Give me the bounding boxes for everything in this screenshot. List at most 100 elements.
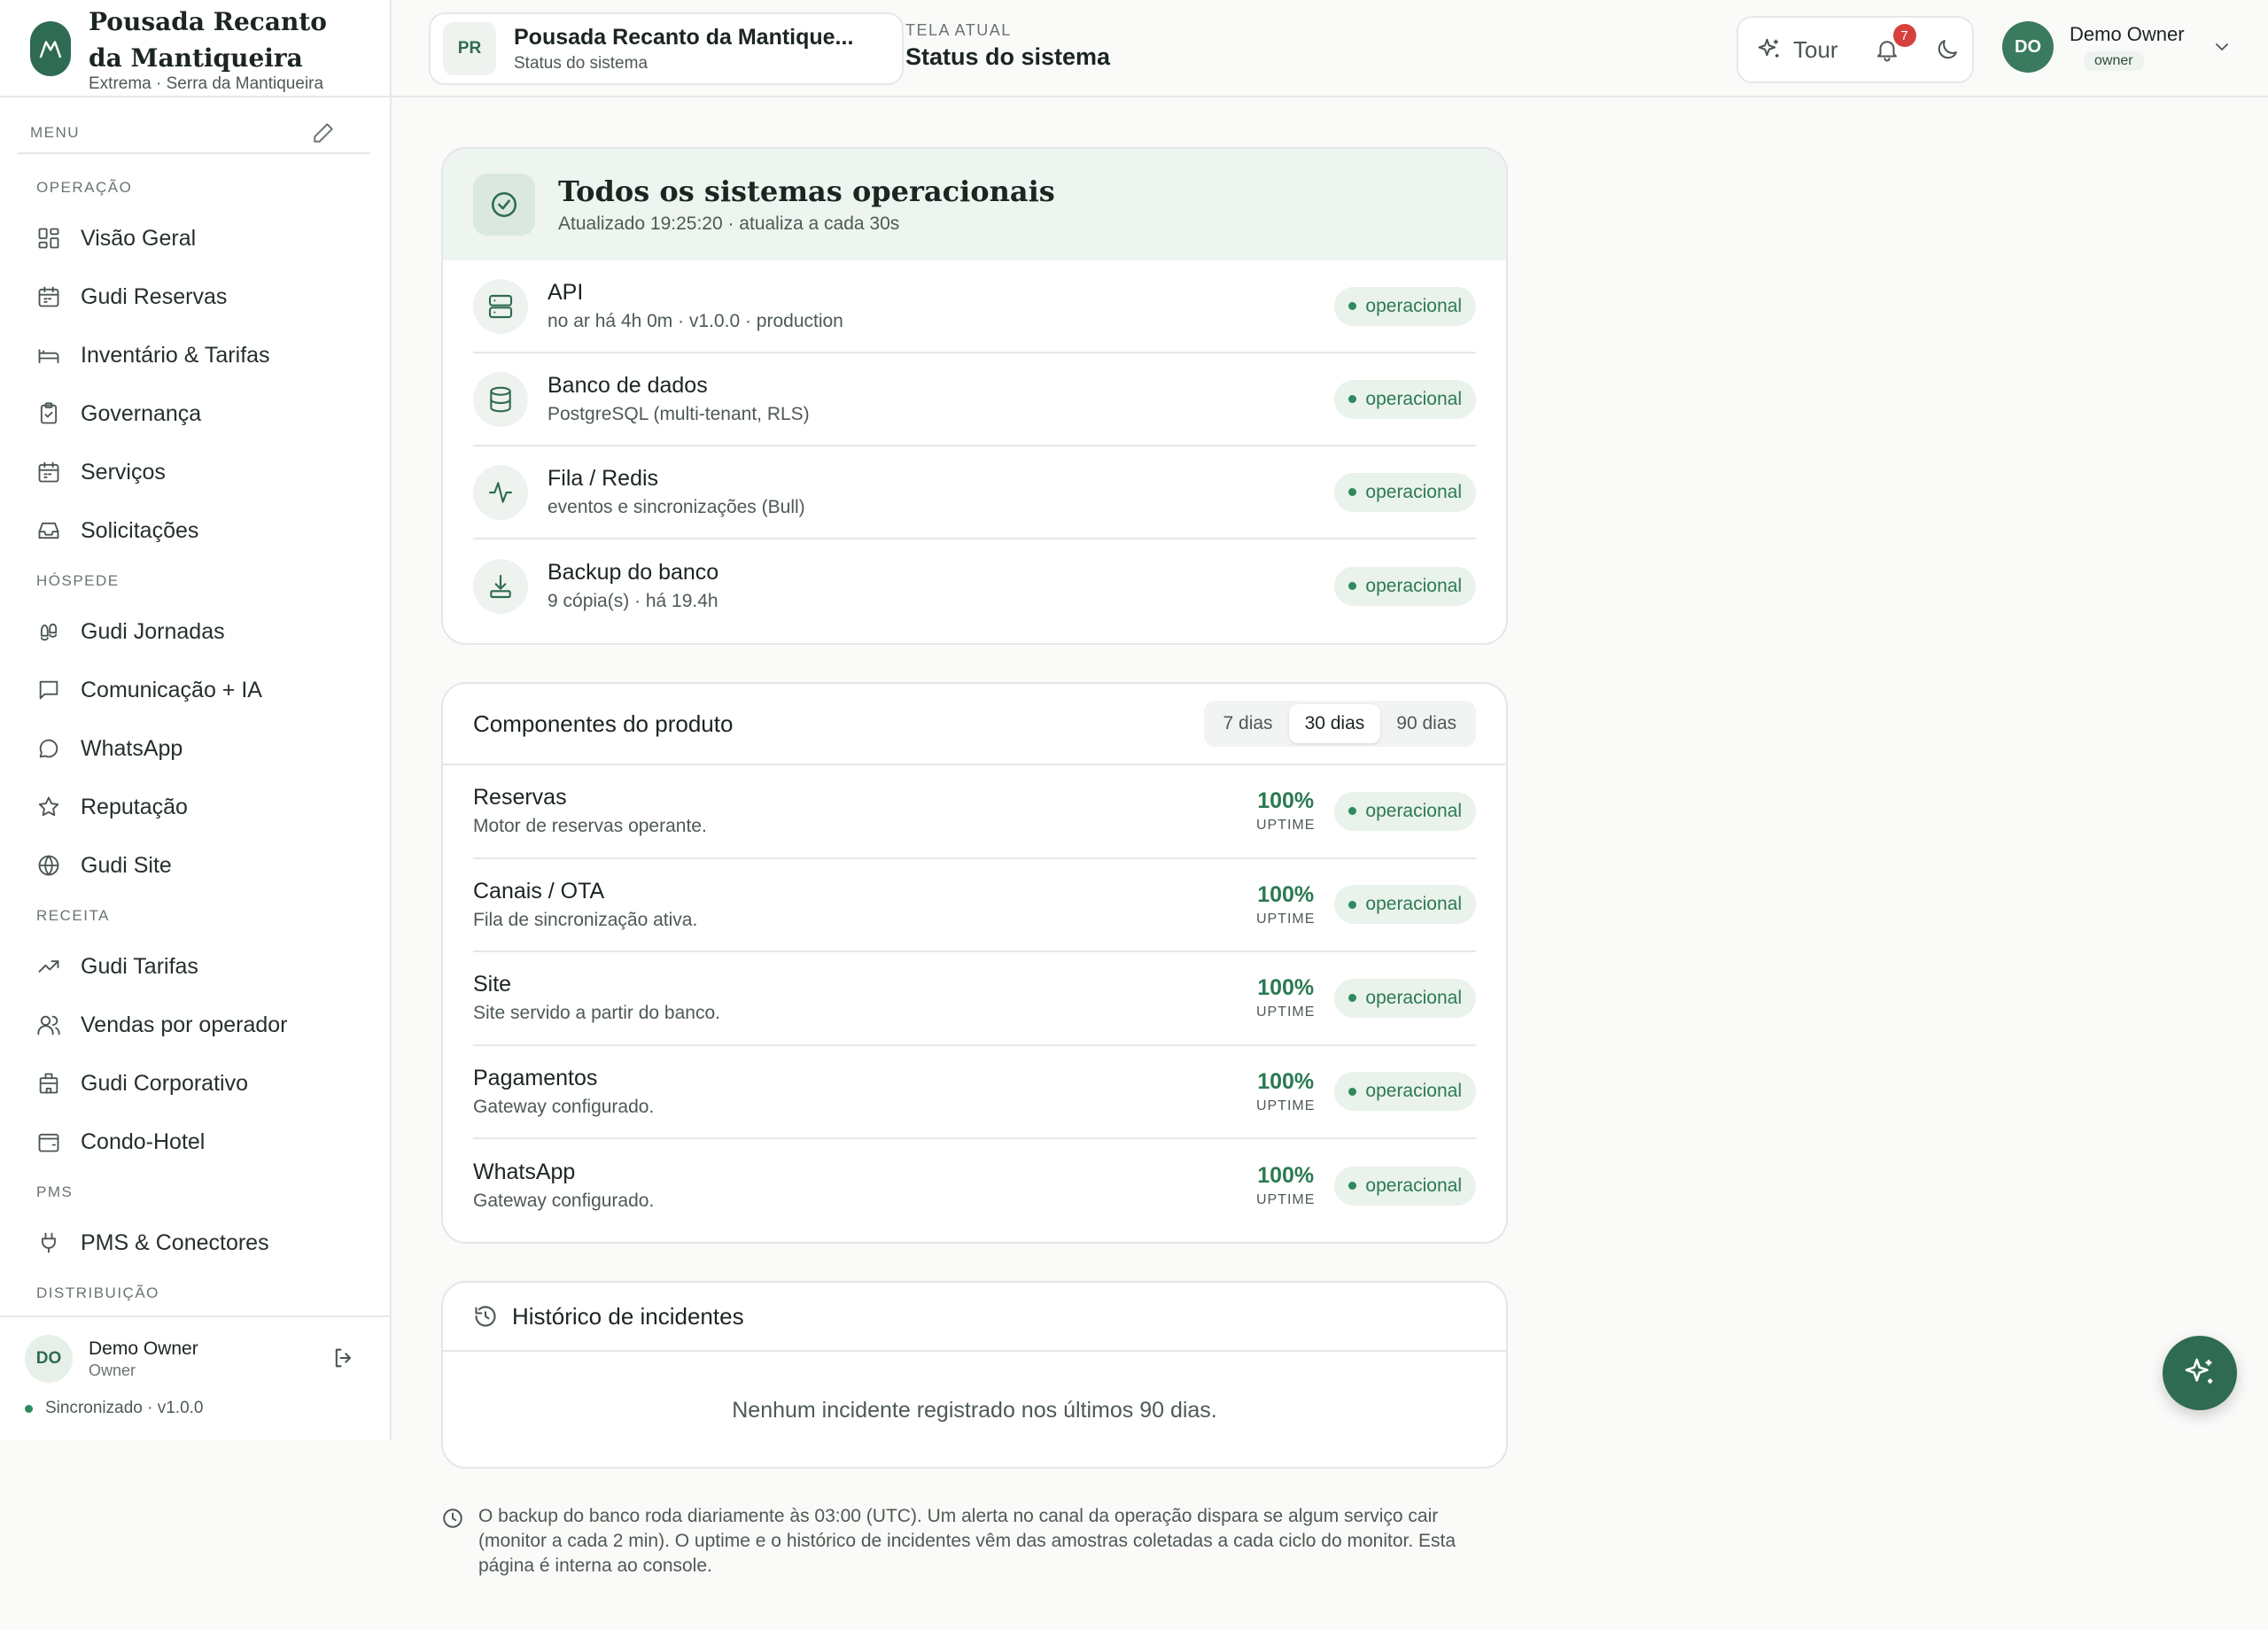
status-badge: operacional (1334, 472, 1476, 512)
check-circle-icon (473, 174, 535, 236)
status-badge-label: operacional (1365, 894, 1462, 915)
status-badge: operacional (1334, 1072, 1476, 1112)
user-name: Demo Owner (89, 1338, 198, 1359)
status-badge-label: operacional (1365, 388, 1462, 409)
status-badge-label: operacional (1365, 1081, 1462, 1102)
component-name: WhatsApp (473, 1160, 576, 1185)
uptime: 100% UPTIME (1256, 1069, 1315, 1114)
sidebar-item-servicos[interactable]: Serviços (18, 443, 372, 501)
service-detail: eventos e sincronizações (Bull) (548, 497, 805, 517)
notifications-button[interactable]: 7 (1874, 24, 1916, 63)
status-updated: Atualizado 19:25:20 · atualiza a cada 30… (558, 213, 900, 234)
sidebar-item-gudi-reservas[interactable]: Gudi Reservas (18, 268, 372, 326)
service-row-fila-redis: Fila / Redis eventos e sincronizações (Bu… (473, 446, 1476, 539)
sidebar-item-inventario-tarifas[interactable]: Inventário & Tarifas (18, 326, 372, 384)
sidebar-item-gudi-site[interactable]: Gudi Site (18, 836, 372, 895)
component-list: Reservas Motor de reservas operante. 100% U… (443, 765, 1506, 1233)
edit-menu-icon[interactable] (312, 121, 335, 144)
sidebar-item-condo-hotel[interactable]: Condo-Hotel (18, 1113, 372, 1171)
sidebar-item-gudi-tarifas[interactable]: Gudi Tarifas (18, 937, 372, 996)
globe-icon (36, 853, 61, 878)
component-name: Site (473, 972, 512, 997)
footprints-icon (36, 619, 61, 644)
service-row-api: API no ar há 4h 0m · v1.0.0 · production o… (473, 260, 1476, 353)
bed-icon (36, 343, 61, 368)
profile-name: Demo Owner (2070, 23, 2185, 45)
footnote-text: O backup do banco roda diariamente às 03… (478, 1506, 1456, 1576)
sidebar-item-solicitacoes[interactable]: Solicitações (18, 501, 372, 560)
clock-icon (441, 1507, 464, 1530)
sidebar-item-reputacao[interactable]: Reputação (18, 778, 372, 836)
service-detail: no ar há 4h 0m · v1.0.0 · production (548, 311, 843, 331)
status-dot (1348, 994, 1357, 1003)
component-row-whatsapp: WhatsApp Gateway configurado. 100% UPTIME op… (473, 1139, 1476, 1233)
sync-status-dot (25, 1404, 33, 1413)
component-detail: Gateway configurado. (473, 1191, 655, 1212)
brand[interactable]: Pousada Recanto da Mantiqueira Extrema ·… (0, 0, 390, 97)
menu-divider (18, 152, 370, 154)
users-icon (36, 1012, 61, 1037)
uptime-label: UPTIME (1255, 1192, 1316, 1208)
message-circle-icon (36, 736, 61, 761)
component-row-pagamentos: Pagamentos Gateway configurado. 100% UPTIME… (473, 1046, 1476, 1139)
status-badge: operacional (1334, 1166, 1476, 1206)
system-status-card: Todos os sistemas operacionais Atualizad… (441, 147, 1508, 645)
service-name: Fila / Redis (548, 466, 659, 491)
sidebar-item-vendas-por-operador[interactable]: Vendas por operador (18, 996, 372, 1054)
brand-location: Extrema · Serra da Mantiqueira (89, 74, 324, 93)
uptime-value: 100% (1257, 1163, 1315, 1189)
status-badge-label: operacional (1365, 575, 1462, 596)
tour-button[interactable]: Tour (1756, 36, 1838, 64)
wallet-icon (36, 1129, 61, 1154)
component-detail: Site servido a partir do banco. (473, 1003, 720, 1024)
mountain-logo-icon (30, 21, 71, 76)
uptime-value: 100% (1257, 788, 1315, 814)
sidebar-item-whatsapp[interactable]: WhatsApp (18, 719, 372, 778)
property-avatar: PR (443, 22, 496, 75)
status-badge-label: operacional (1365, 800, 1462, 821)
sidebar-item-pms-conectores[interactable]: PMS & Conectores (18, 1214, 372, 1272)
calendar-icon (36, 284, 61, 309)
property-switcher[interactable]: PR Pousada Recanto da Mantique... Status… (429, 12, 904, 85)
property-sub: Status do sistema (514, 53, 649, 73)
plug-icon (36, 1230, 61, 1255)
status-badge: operacional (1334, 885, 1476, 925)
sidebar-item-governanca[interactable]: Governança (18, 384, 372, 443)
range-90-dias-button[interactable]: 90 dias (1380, 704, 1472, 743)
activity-icon (473, 464, 528, 520)
status-badge-label: operacional (1365, 295, 1462, 316)
sync-status: Sincronizado · v1.0.0 (45, 1399, 204, 1417)
service-name: Backup do banco (548, 560, 719, 585)
sidebar-item-label: Inventário & Tarifas (81, 342, 270, 368)
status-badge: operacional (1334, 978, 1476, 1018)
calendar-icon (36, 460, 61, 485)
service-list: API no ar há 4h 0m · v1.0.0 · production o… (443, 260, 1506, 632)
avatar[interactable]: DO (25, 1335, 73, 1383)
sidebar-item-visao-geral[interactable]: Visão Geral (18, 209, 372, 268)
dark-mode-toggle[interactable] (1934, 36, 1961, 63)
assistant-fab-button[interactable] (2163, 1336, 2237, 1410)
logout-icon[interactable] (331, 1346, 358, 1372)
sidebar-item-label: Solicitações (81, 517, 199, 543)
component-detail: Gateway configurado. (473, 1096, 655, 1117)
sidebar: Pousada Recanto da Mantiqueira Extrema ·… (0, 0, 392, 1439)
avatar: DO (2002, 21, 2054, 73)
uptime: 100% UPTIME (1256, 975, 1315, 1020)
range-30-dias-button[interactable]: 30 dias (1288, 704, 1381, 743)
sidebar-item-label: Condo-Hotel (81, 1129, 206, 1154)
message-square-icon (36, 678, 61, 702)
incidents-header: Histórico de incidentes (443, 1283, 1506, 1352)
range-7-dias-button[interactable]: 7 dias (1208, 704, 1289, 743)
profile-menu[interactable]: DO Demo Owner owner (2002, 21, 2233, 73)
status-badge: operacional (1334, 286, 1476, 326)
sidebar-item-comunicacao-ia[interactable]: Comunicação + IA (18, 661, 372, 719)
history-icon (473, 1304, 498, 1329)
sidebar-item-label: Reputação (81, 794, 188, 819)
status-dot (1348, 395, 1357, 403)
sidebar-item-gudi-corporativo[interactable]: Gudi Corporativo (18, 1054, 372, 1113)
uptime: 100% UPTIME (1256, 788, 1315, 834)
status-dot (1348, 900, 1357, 909)
sidebar-item-gudi-jornadas[interactable]: Gudi Jornadas (18, 602, 372, 661)
current-screen: TELA ATUAL Status do sistema (905, 21, 1110, 71)
uptime-value: 100% (1257, 881, 1315, 907)
